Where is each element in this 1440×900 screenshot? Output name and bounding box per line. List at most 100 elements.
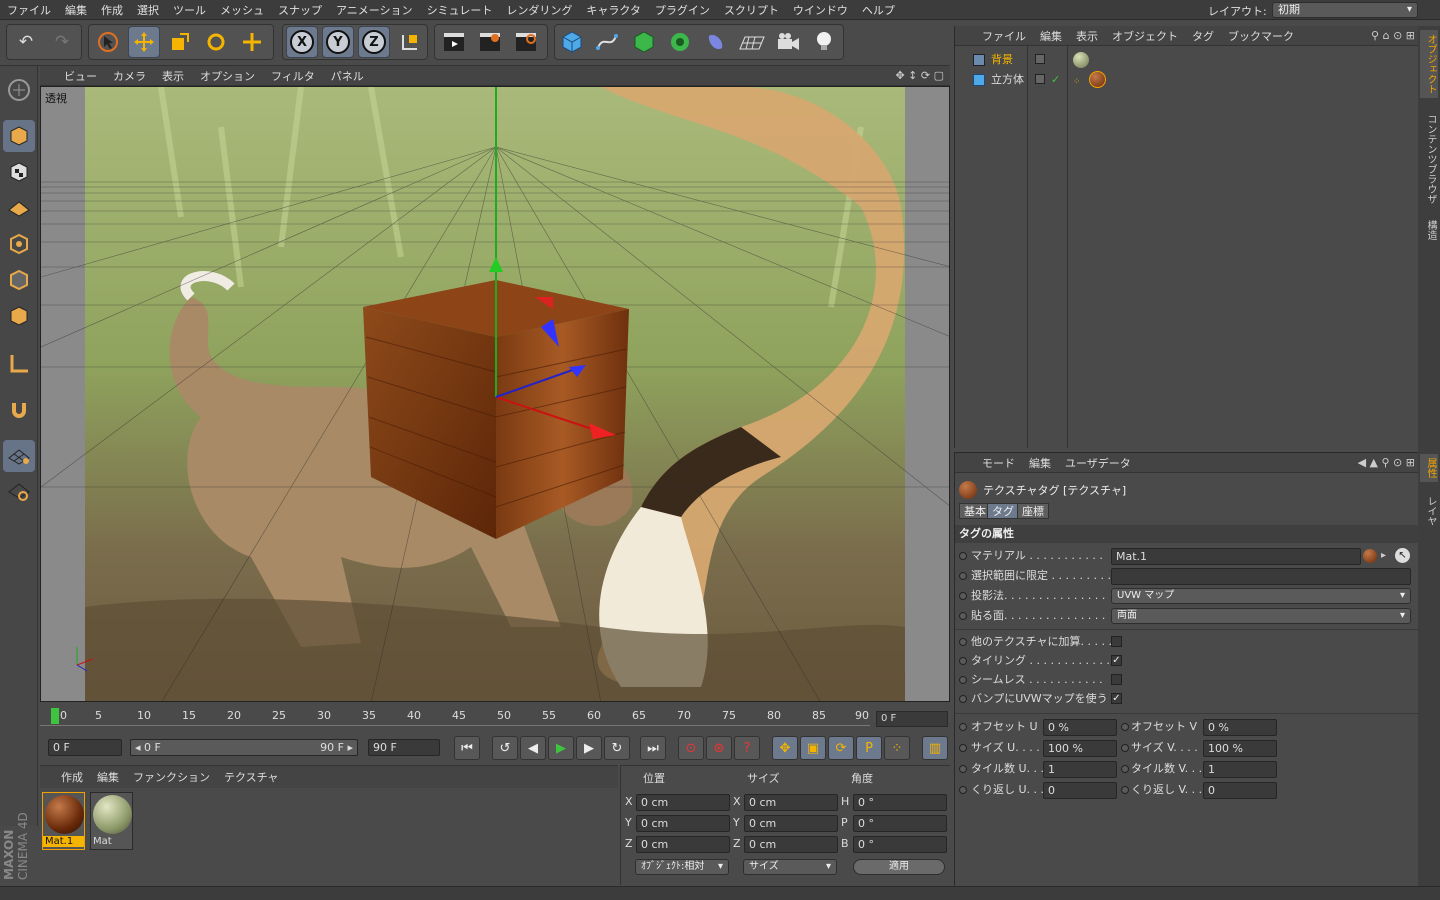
- key-scale-icon[interactable]: ▣: [800, 736, 826, 760]
- menu-edit[interactable]: 編集: [58, 2, 94, 18]
- keyframe-dot[interactable]: [959, 695, 967, 703]
- link-arrow-icon[interactable]: ▸: [1381, 547, 1386, 565]
- array-icon[interactable]: [664, 26, 696, 58]
- keyframe-dot[interactable]: [959, 657, 967, 665]
- seamless-checkbox[interactable]: [1111, 674, 1122, 685]
- keyframe-dot[interactable]: [1121, 786, 1129, 794]
- menu-help[interactable]: ヘルプ: [855, 2, 902, 18]
- viewport[interactable]: 透視: [40, 86, 950, 702]
- object-menu-bookmarks[interactable]: ブックマーク: [1221, 28, 1301, 44]
- viewport-menu-options[interactable]: オプション: [192, 68, 263, 84]
- size-x-field[interactable]: 0 cm: [744, 794, 838, 811]
- phong-tag-icon[interactable]: ⁘: [1073, 72, 1085, 87]
- start-frame-field[interactable]: 0 F: [48, 739, 122, 756]
- menu-character[interactable]: キャラクタ: [579, 2, 648, 18]
- material-thumb-mat[interactable]: Mat: [90, 792, 133, 850]
- side-select[interactable]: 両面: [1111, 608, 1411, 624]
- keyframe-dot[interactable]: [959, 723, 967, 731]
- x-axis-lock-button[interactable]: X: [286, 26, 318, 58]
- object-manager-search-icon[interactable]: ⚲ ⌂ ⊙ ⊞: [1371, 29, 1415, 42]
- size-z-field[interactable]: 0 cm: [744, 836, 838, 853]
- rotation-h-field[interactable]: 0 °: [853, 794, 947, 811]
- position-x-field[interactable]: 0 cm: [636, 794, 730, 811]
- enabled-check-icon[interactable]: ✓: [1051, 70, 1060, 90]
- subdivision-surface-icon[interactable]: [628, 26, 660, 58]
- keyframe-dot[interactable]: [959, 572, 967, 580]
- edge-mode-icon[interactable]: [3, 264, 35, 296]
- menu-file[interactable]: ファイル: [0, 2, 58, 18]
- viewport-menu-display[interactable]: 表示: [154, 68, 192, 84]
- viewport-nav-icons[interactable]: ✥ ↕ ⟳ ▢: [895, 69, 944, 82]
- object-menu-edit[interactable]: 編集: [1033, 28, 1069, 44]
- material-link-field[interactable]: Mat.1: [1111, 548, 1361, 565]
- rotation-b-field[interactable]: 0 °: [853, 836, 947, 853]
- attribute-menu-edit[interactable]: 編集: [1022, 455, 1058, 471]
- menu-animation[interactable]: アニメーション: [329, 2, 420, 18]
- key-pla-icon[interactable]: ⁘: [884, 736, 910, 760]
- visibility-toggle-icon[interactable]: [1035, 74, 1045, 84]
- offset-v-field[interactable]: 0 %: [1203, 719, 1277, 736]
- repeat-v-field[interactable]: 0: [1203, 782, 1277, 799]
- projection-select[interactable]: UVW マップ: [1111, 588, 1411, 604]
- tiles-u-field[interactable]: 1: [1043, 761, 1117, 778]
- object-menu-objects[interactable]: オブジェクト: [1105, 28, 1185, 44]
- keyframe-dot[interactable]: [959, 638, 967, 646]
- light-icon[interactable]: [808, 26, 840, 58]
- visibility-toggle-icon[interactable]: [1035, 54, 1045, 64]
- keyframe-dot[interactable]: [959, 765, 967, 773]
- prev-frame-icon[interactable]: ◀: [520, 736, 546, 760]
- menu-mesh[interactable]: メッシュ: [213, 2, 271, 18]
- keyframe-dot[interactable]: [959, 552, 967, 560]
- object-menu-file[interactable]: ファイル: [975, 28, 1033, 44]
- tab-content-browser[interactable]: コンテンツブラウザ: [1420, 110, 1438, 208]
- object-menu-tags[interactable]: タグ: [1185, 28, 1221, 44]
- locked-workplane-icon[interactable]: [3, 476, 35, 508]
- scale-tool-icon[interactable]: [164, 26, 196, 58]
- position-y-field[interactable]: 0 cm: [636, 815, 730, 832]
- key-param-icon[interactable]: P: [856, 736, 882, 760]
- z-axis-lock-button[interactable]: Z: [358, 26, 390, 58]
- wood-texture-tag-icon[interactable]: [1089, 71, 1106, 88]
- goto-end-icon[interactable]: ⏭: [640, 736, 666, 760]
- attribute-menu-userdata[interactable]: ユーザデータ: [1058, 455, 1138, 471]
- object-menu-view[interactable]: 表示: [1069, 28, 1105, 44]
- key-rotation-icon[interactable]: ⟳: [828, 736, 854, 760]
- viewport-menu-filter[interactable]: フィルタ: [263, 68, 323, 84]
- material-thumb-mat1[interactable]: Mat.1: [42, 792, 85, 850]
- texture-mode-icon[interactable]: [3, 156, 35, 188]
- menu-plugins[interactable]: プラグイン: [648, 2, 717, 18]
- bump-uvw-checkbox[interactable]: ✓: [1111, 693, 1122, 704]
- menu-select[interactable]: 選択: [130, 2, 166, 18]
- make-editable-icon[interactable]: [3, 74, 35, 106]
- tiles-v-field[interactable]: 1: [1203, 761, 1277, 778]
- viewport-menu-panel[interactable]: パネル: [323, 68, 372, 84]
- menu-snap[interactable]: スナップ: [271, 2, 329, 18]
- tab-tag[interactable]: タグ: [987, 503, 1019, 519]
- coordinate-mode-select[interactable]: ｵﾌﾞｼﾞｪｸﾄ:相対: [635, 859, 729, 875]
- tab-attributes[interactable]: 属性: [1420, 454, 1438, 482]
- keyframe-selection-icon[interactable]: ?: [734, 736, 760, 760]
- tab-structure[interactable]: 構造: [1420, 216, 1438, 244]
- restrict-selection-field[interactable]: [1111, 568, 1411, 585]
- render-picture-viewer-icon[interactable]: [474, 26, 506, 58]
- coordinate-system-icon[interactable]: [394, 26, 426, 58]
- material-menu-texture[interactable]: テクスチャ: [217, 769, 286, 785]
- material-menu-function[interactable]: ファンクション: [126, 769, 217, 785]
- render-view-icon[interactable]: [438, 26, 470, 58]
- y-axis-lock-button[interactable]: Y: [322, 26, 354, 58]
- keyframe-dot[interactable]: [1121, 744, 1129, 752]
- menu-render[interactable]: レンダリング: [499, 2, 579, 18]
- keyframe-dot[interactable]: [1121, 765, 1129, 773]
- add-texture-checkbox[interactable]: [1111, 636, 1122, 647]
- record-icon[interactable]: ⊙: [678, 736, 704, 760]
- tab-objects[interactable]: オブジェクト: [1420, 30, 1438, 98]
- range-slider[interactable]: ◂ 0 F 90 F ▸: [130, 739, 358, 756]
- attribute-nav-icons[interactable]: ◀ ▲ ⚲ ⊙ ⊞: [1358, 456, 1415, 469]
- move-tool-icon[interactable]: [128, 26, 160, 58]
- spline-pen-icon[interactable]: [591, 26, 623, 58]
- model-mode-icon[interactable]: [3, 120, 35, 152]
- object-row-background[interactable]: 背景: [955, 50, 1419, 70]
- goto-start-icon[interactable]: ⏮: [454, 736, 480, 760]
- next-key-icon[interactable]: ↻: [604, 736, 630, 760]
- live-select-icon[interactable]: [236, 26, 268, 58]
